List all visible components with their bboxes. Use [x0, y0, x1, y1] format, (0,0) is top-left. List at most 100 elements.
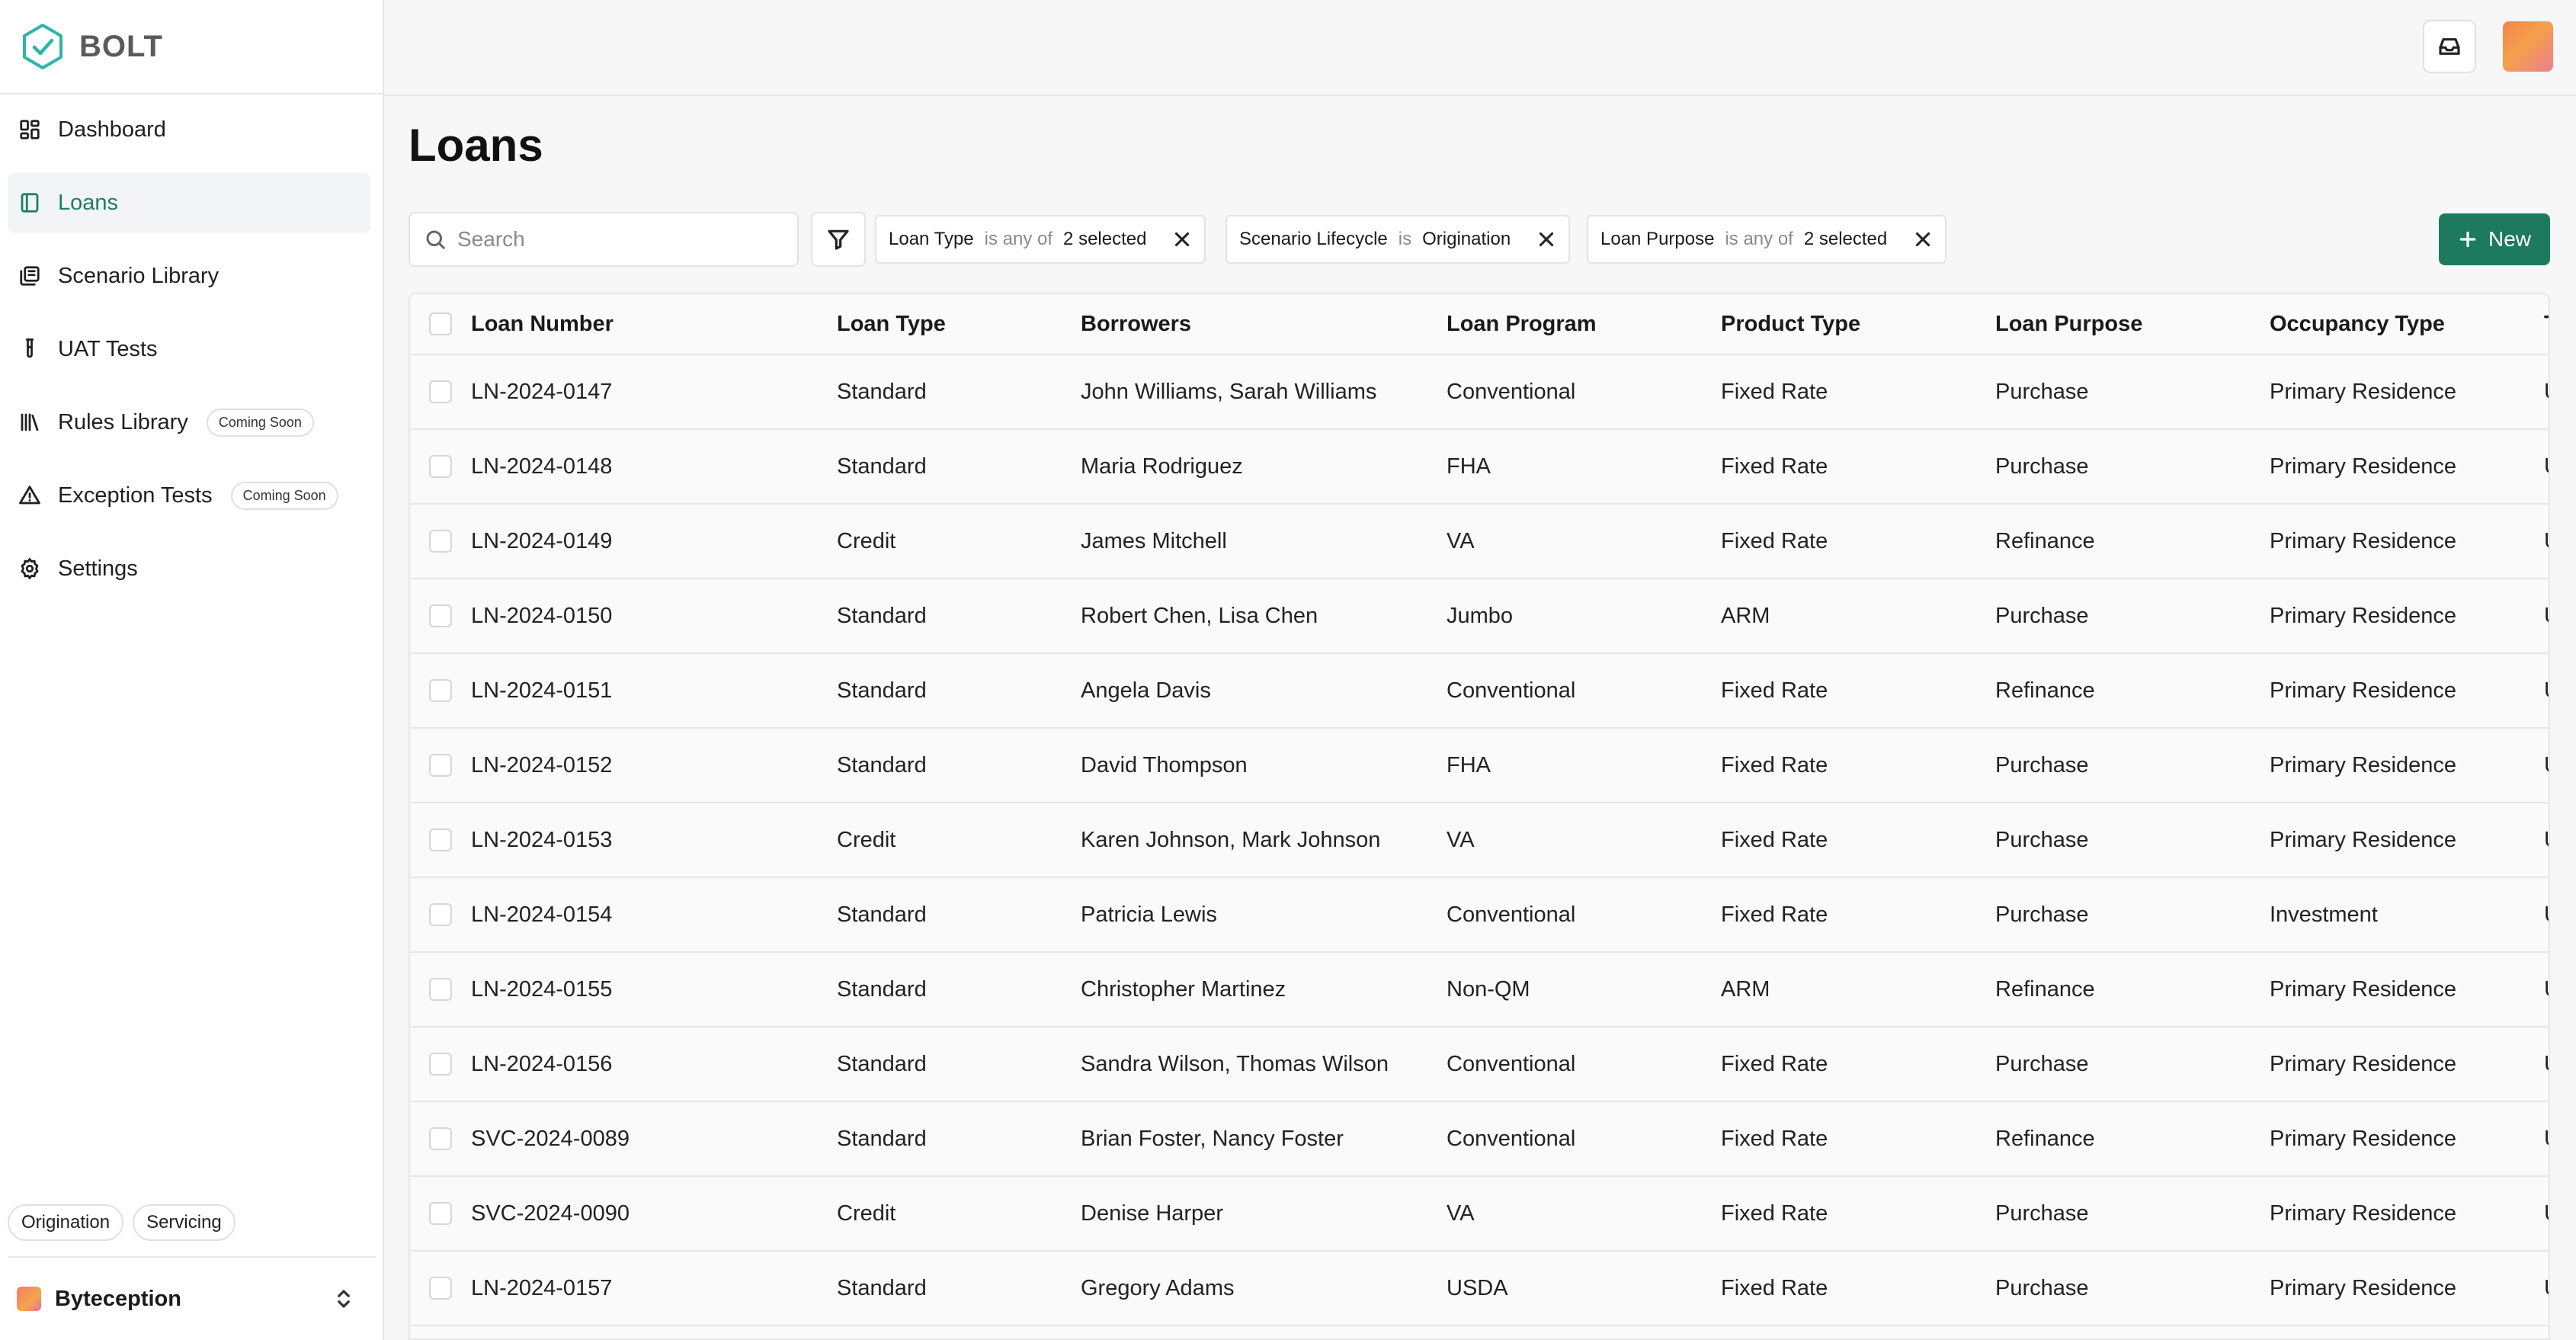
table-row[interactable]: LN-2024-0154 Standard Patricia Lewis Conven…	[410, 878, 2549, 953]
sidebar-item-settings[interactable]: Settings	[8, 538, 370, 599]
column-header[interactable]: Loan Number	[471, 312, 837, 337]
row-checkbox[interactable]	[410, 1202, 471, 1225]
table-row[interactable]: LN-2024-0157 Standard Gregory Adams USDA Fix…	[410, 1252, 2549, 1326]
sidebar-item-label: Loans	[58, 190, 119, 215]
mode-servicing[interactable]: Servicing	[133, 1204, 235, 1241]
table-header: Loan Number Loan Type Borrowers Loan Pro…	[410, 294, 2549, 355]
row-checkbox[interactable]	[410, 1127, 471, 1150]
table-cell: VA	[1447, 528, 1475, 553]
filter-chip-loan-type[interactable]: Loan Type is any of 2 selected	[875, 215, 1206, 264]
search-input[interactable]	[457, 227, 777, 252]
filter-chip-scenario-lifecycle[interactable]: Scenario Lifecycle is Origination	[1226, 215, 1571, 264]
table-cell: Fixed Rate	[1721, 678, 1828, 703]
column-header[interactable]: Loan Program	[1447, 312, 1721, 337]
row-checkbox[interactable]	[410, 1277, 471, 1300]
table-row[interactable]: SVC-2024-0090 Credit Denise Harper VA Fixed …	[410, 1177, 2549, 1252]
column-header[interactable]: Loan Purpose	[1995, 312, 2270, 337]
table-row[interactable]: LN-2024-0153 Credit Karen Johnson, Mark Jo…	[410, 803, 2549, 878]
filter-operator: is	[1398, 229, 1412, 249]
table-row[interactable]: LN-2024-0147 Standard John Williams, Sarah…	[410, 355, 2549, 430]
table-cell: U	[2544, 1052, 2549, 1077]
column-header[interactable]: Loan Type	[837, 312, 1081, 337]
sidebar-item-label: Exception Tests	[58, 482, 213, 508]
row-checkbox[interactable]	[410, 380, 471, 403]
table-row[interactable]: SVC-2024-0089 Standard Brian Foster, Nancy…	[410, 1102, 2549, 1177]
avatar[interactable]	[2503, 21, 2553, 72]
inbox-button[interactable]	[2423, 20, 2476, 73]
table-row[interactable]: LN-2024-0150 Standard Robert Chen, Lisa Ch…	[410, 579, 2549, 654]
table-cell: Refinance	[1995, 678, 2095, 703]
row-checkbox[interactable]	[410, 903, 471, 926]
column-header[interactable]: T	[2544, 312, 2549, 337]
table-cell: U	[2544, 678, 2549, 704]
sidebar-item-loans[interactable]: Loans	[8, 172, 370, 233]
column-header[interactable]: Product Type	[1721, 312, 1995, 337]
table-cell: Standard	[837, 902, 927, 927]
new-loan-button[interactable]: New	[2439, 213, 2550, 265]
table-cell: U	[2544, 1127, 2549, 1152]
filter-field: Loan Type	[889, 229, 974, 249]
row-checkbox[interactable]	[410, 1053, 471, 1076]
sidebar-item-label: Dashboard	[58, 117, 166, 142]
table-cell: Standard	[837, 379, 927, 404]
topbar	[384, 0, 2576, 96]
close-icon[interactable]	[1172, 229, 1192, 249]
gear-icon	[17, 556, 43, 582]
org-switcher[interactable]: Byteception	[8, 1256, 376, 1340]
table-cell: Standard	[837, 752, 927, 777]
filter-value: Origination	[1422, 229, 1511, 249]
table-cell: Primary Residence	[2270, 1201, 2456, 1226]
mode-origination[interactable]: Origination	[8, 1204, 124, 1241]
table-cell: LN-2024-0156	[471, 1051, 613, 1076]
table-row[interactable]: LN-2024-0152 Standard David Thompson FHA Fix…	[410, 729, 2549, 803]
brand[interactable]: BOLT	[0, 0, 383, 95]
inbox-icon	[2439, 38, 2460, 55]
filter-chip-loan-purpose[interactable]: Loan Purpose is any of 2 selected	[1587, 215, 1947, 264]
row-checkbox[interactable]	[410, 978, 471, 1001]
search-box[interactable]	[409, 212, 799, 267]
table-cell: Primary Residence	[2270, 827, 2456, 852]
table-cell: Patricia Lewis	[1081, 902, 1217, 927]
table-cell: USDA	[1447, 1275, 1508, 1300]
filter-field: Scenario Lifecycle	[1239, 229, 1388, 249]
sidebar-nav: Dashboard Loans Scenario Library UAT Tes…	[0, 95, 383, 599]
column-header[interactable]: Borrowers	[1081, 312, 1447, 337]
row-checkbox[interactable]	[410, 754, 471, 777]
sidebar-item-dashboard[interactable]: Dashboard	[8, 99, 370, 160]
row-checkbox[interactable]	[410, 604, 471, 627]
table-cell: LN-2024-0151	[471, 678, 613, 703]
select-all-checkbox[interactable]	[410, 313, 471, 335]
table-row[interactable]: LN-2024-0148 Standard Maria Rodriguez FHA Fi…	[410, 430, 2549, 505]
table-cell: Conventional	[1447, 1051, 1576, 1076]
chevron-up-down-icon	[334, 1287, 354, 1310]
row-checkbox[interactable]	[410, 679, 471, 702]
filter-button[interactable]	[811, 212, 866, 267]
close-icon[interactable]	[1913, 229, 1933, 249]
sidebar-item-label: UAT Tests	[58, 336, 158, 361]
table-cell: Credit	[837, 827, 896, 852]
filter-field: Loan Purpose	[1600, 229, 1715, 249]
table-cell: U	[2544, 977, 2549, 1002]
table-cell: Fixed Rate	[1721, 379, 1828, 404]
sidebar-item-scenario-library[interactable]: Scenario Library	[8, 245, 370, 306]
row-checkbox[interactable]	[410, 530, 471, 553]
table-row[interactable]: LN-2024-0149 Credit James Mitchell VA Fixed …	[410, 505, 2549, 579]
column-header[interactable]: Occupancy Type	[2270, 312, 2544, 337]
table-row[interactable]: LN-2024-0151 Standard Angela Davis Conventi…	[410, 654, 2549, 729]
table-cell: LN-2024-0149	[471, 528, 613, 553]
sidebar-item-exception-tests[interactable]: Exception Tests Coming Soon	[8, 465, 370, 526]
row-checkbox[interactable]	[410, 829, 471, 851]
table-cell: U	[2544, 753, 2549, 778]
close-icon[interactable]	[1536, 229, 1556, 249]
sidebar-item-rules-library[interactable]: Rules Library Coming Soon	[8, 392, 370, 453]
bolt-logo-icon	[23, 24, 62, 69]
table-row[interactable]: LN-2024-0155 Standard Christopher Martinez…	[410, 953, 2549, 1027]
new-button-label: New	[2488, 227, 2531, 251]
table-cell: Standard	[837, 678, 927, 703]
row-checkbox[interactable]	[410, 455, 471, 478]
coming-soon-badge: Coming Soon	[206, 408, 314, 437]
table-row[interactable]: LN-2024-0156 Standard Sandra Wilson, Thoma…	[410, 1027, 2549, 1102]
table-cell: U	[2544, 604, 2549, 629]
sidebar-item-uat-tests[interactable]: UAT Tests	[8, 319, 370, 380]
table-cell: Primary Residence	[2270, 976, 2456, 1002]
